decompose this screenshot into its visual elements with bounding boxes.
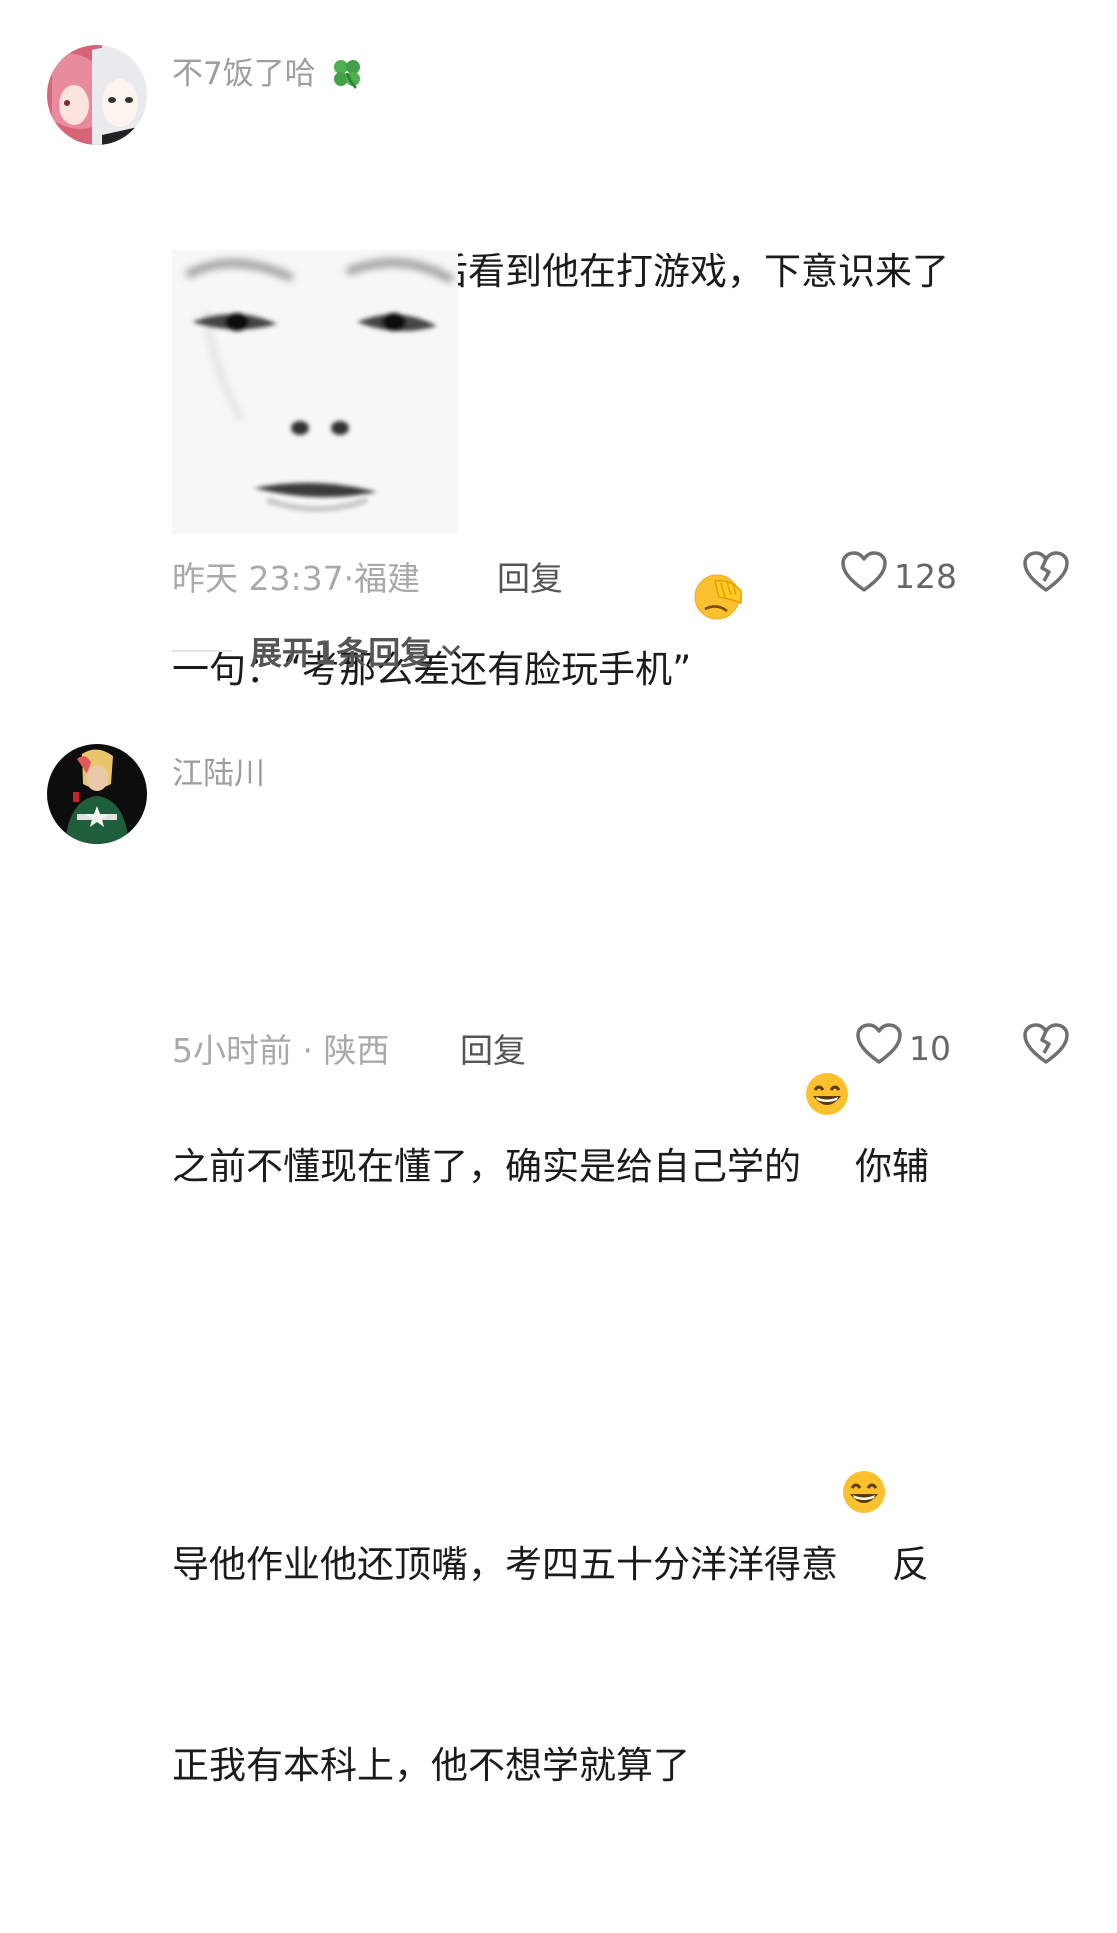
grinning-face-icon	[838, 1334, 892, 1513]
expand-replies[interactable]: 展开1条回复	[172, 628, 462, 674]
four-leaf-clover-icon	[330, 56, 364, 98]
reply-button[interactable]: 回复	[460, 1024, 526, 1072]
heart-icon	[840, 550, 888, 602]
reply-button[interactable]: 回复	[497, 552, 563, 600]
broken-heart-icon[interactable]	[1022, 1022, 1070, 1070]
comment-meta: 昨天 23:37·福建	[172, 559, 421, 598]
divider	[172, 650, 232, 652]
grinning-face-icon	[801, 936, 855, 1115]
like-button[interactable]: 128	[840, 550, 957, 602]
username[interactable]: 江陆川	[172, 748, 265, 793]
broken-heart-icon[interactable]	[1022, 550, 1070, 598]
avatar[interactable]	[47, 45, 147, 145]
expand-replies-label: 展开1条回复	[250, 634, 433, 672]
avatar[interactable]	[47, 744, 147, 844]
like-button[interactable]: 10	[855, 1022, 951, 1074]
comment-meta: 5小时前 · 陕西	[172, 1031, 390, 1070]
username[interactable]: 不7饭了哈	[172, 48, 364, 98]
like-count: 10	[909, 1028, 951, 1068]
heart-icon	[855, 1022, 903, 1074]
chevron-down-icon	[440, 642, 462, 661]
like-count: 128	[894, 556, 957, 596]
blank-stare-face-sticker[interactable]	[172, 250, 458, 534]
face-with-hand-over-eyes-icon	[691, 439, 745, 620]
comment-text: 之前不懂现在懂了，确实是给自己学的 你辅 导他作业他还顶嘴，考四五十分洋洋得意 …	[172, 802, 1072, 1933]
